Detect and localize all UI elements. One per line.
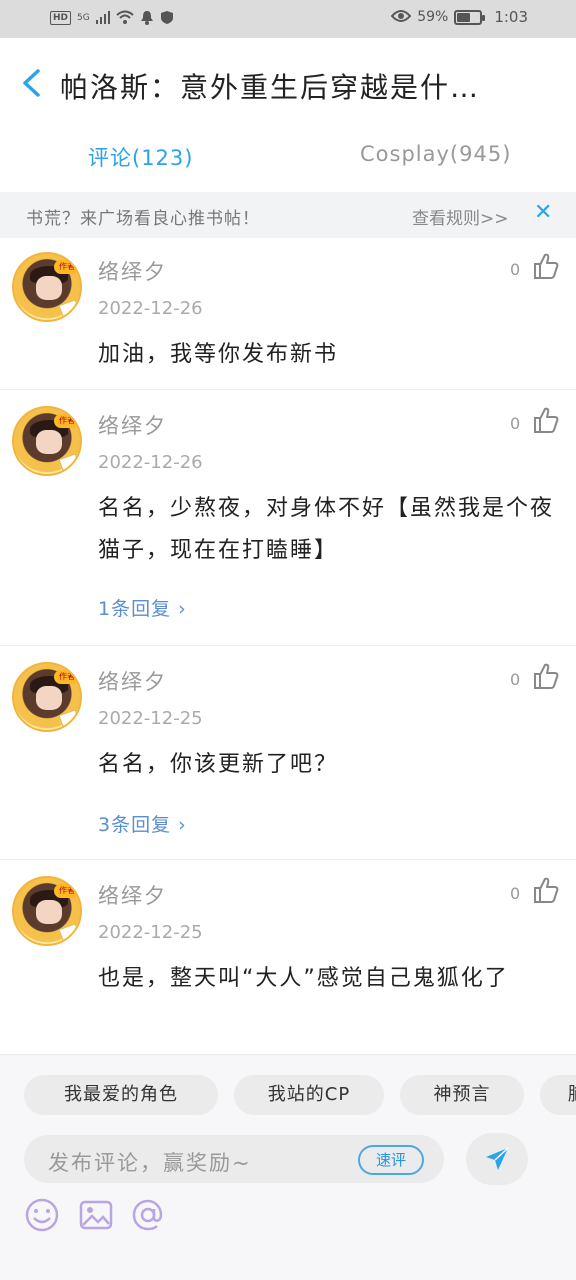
replies-link[interactable]: 3条回复 › [98,810,187,837]
header: 帕洛斯：意外重生后穿越是什… [0,38,576,128]
comment-text: 也是，整天叫“大人”感觉自己鬼狐化了 [98,966,509,991]
thumbs-up-icon[interactable] [533,252,559,280]
close-icon[interactable]: ✕ [534,200,552,225]
tab-bar: 评论(123) Cosplay(945) [0,128,576,190]
avatar[interactable]: 作者 [12,662,82,732]
eye-icon [390,9,412,25]
tab-comments[interactable]: 评论(123) [88,142,193,172]
notification-bell-icon [140,10,154,26]
comment-input[interactable]: 发布评论，赢奖励~ 速评 [24,1135,444,1183]
wifi-icon [116,10,134,26]
shield-icon [160,10,174,26]
comment-item: 作者 络绎夕 2022-12-25 0 名名，你该更新了吧？ 3条回复 › [0,648,576,860]
comment-item: 作者 络绎夕 2022-12-26 0 加油，我等你发布新书 [0,238,576,390]
topic-chip[interactable]: 我最爱的角色 [24,1075,218,1115]
promo-banner[interactable]: 书荒？来广场看良心推书帖！ 查看规则>> ✕ [0,192,576,238]
topic-chips: 我最爱的角色 我站的CP 神预言 脑 [24,1075,576,1117]
battery-fill [457,12,471,22]
battery-icon [454,9,486,25]
comment-author[interactable]: 络绎夕 [98,880,167,910]
avatar[interactable]: 作者 [12,406,82,476]
thumbs-up-icon[interactable] [533,662,559,690]
like-count: 0 [510,884,521,903]
comment-item: 作者 络绎夕 2022-12-26 0 名名，少熬夜，对身体不好【虽然我是个夜猫… [0,392,576,646]
author-badge: 作者 [54,884,80,898]
send-button[interactable] [466,1133,528,1185]
comment-date: 2022-12-25 [98,922,203,943]
comment-date: 2022-12-25 [98,708,203,729]
comment-composer: 我最爱的角色 我站的CP 神预言 脑 发布评论，赢奖励~ 速评 [0,1054,576,1280]
comment-text: 名名，少熬夜，对身体不好【虽然我是个夜猫子，现在在打瞌睡】 [98,496,555,563]
comment-author[interactable]: 络绎夕 [98,666,167,696]
cell-signal-icon [95,10,110,26]
thumbs-up-icon[interactable] [533,406,559,434]
like-count: 0 [510,414,521,433]
author-badge: 作者 [54,414,80,428]
status-bar: HD 5G 59% 1:03 [0,0,576,38]
replies-link[interactable]: 1条回复 › [98,594,187,621]
battery-percent: 59% [417,9,449,25]
topic-chip[interactable]: 神预言 [400,1075,524,1115]
comment-input-placeholder: 发布评论，赢奖励~ [48,1151,252,1175]
view-rules-link[interactable]: 查看规则>> [412,204,509,229]
like-count: 0 [510,260,521,279]
tab-cosplay[interactable]: Cosplay(945) [360,142,511,166]
comment-author[interactable]: 络绎夕 [98,410,167,440]
comment-text: 名名，你该更新了吧？ [98,752,339,777]
page-title: 帕洛斯：意外重生后穿越是什… [60,71,481,104]
topic-chip[interactable]: 我站的CP [234,1075,384,1115]
avatar[interactable]: 作者 [12,876,82,946]
emoji-icon[interactable] [24,1197,62,1235]
signal-label: 5G [77,13,90,23]
comment-item: 作者 络绎夕 2022-12-25 0 也是，整天叫“大人”感觉自己鬼狐化了 [0,862,576,1054]
image-icon[interactable] [78,1197,116,1235]
avatar[interactable]: 作者 [12,252,82,322]
send-icon [486,1147,509,1170]
quick-comment-button[interactable]: 速评 [358,1145,424,1175]
thumbs-up-icon[interactable] [533,876,559,904]
hd-icon: HD [50,11,72,25]
author-badge: 作者 [54,670,80,684]
clock: 1:03 [494,8,528,26]
comment-text: 加油，我等你发布新书 [98,342,339,367]
comment-date: 2022-12-26 [98,298,203,319]
author-badge: 作者 [54,260,80,274]
like-count: 0 [510,670,521,689]
comment-author[interactable]: 络绎夕 [98,256,167,286]
banner-text[interactable]: 书荒？来广场看良心推书帖！ [26,204,260,229]
comment-date: 2022-12-26 [98,452,203,473]
topic-chip[interactable]: 脑 [540,1075,576,1115]
back-arrow-icon[interactable] [20,68,46,98]
at-icon[interactable] [130,1197,168,1235]
